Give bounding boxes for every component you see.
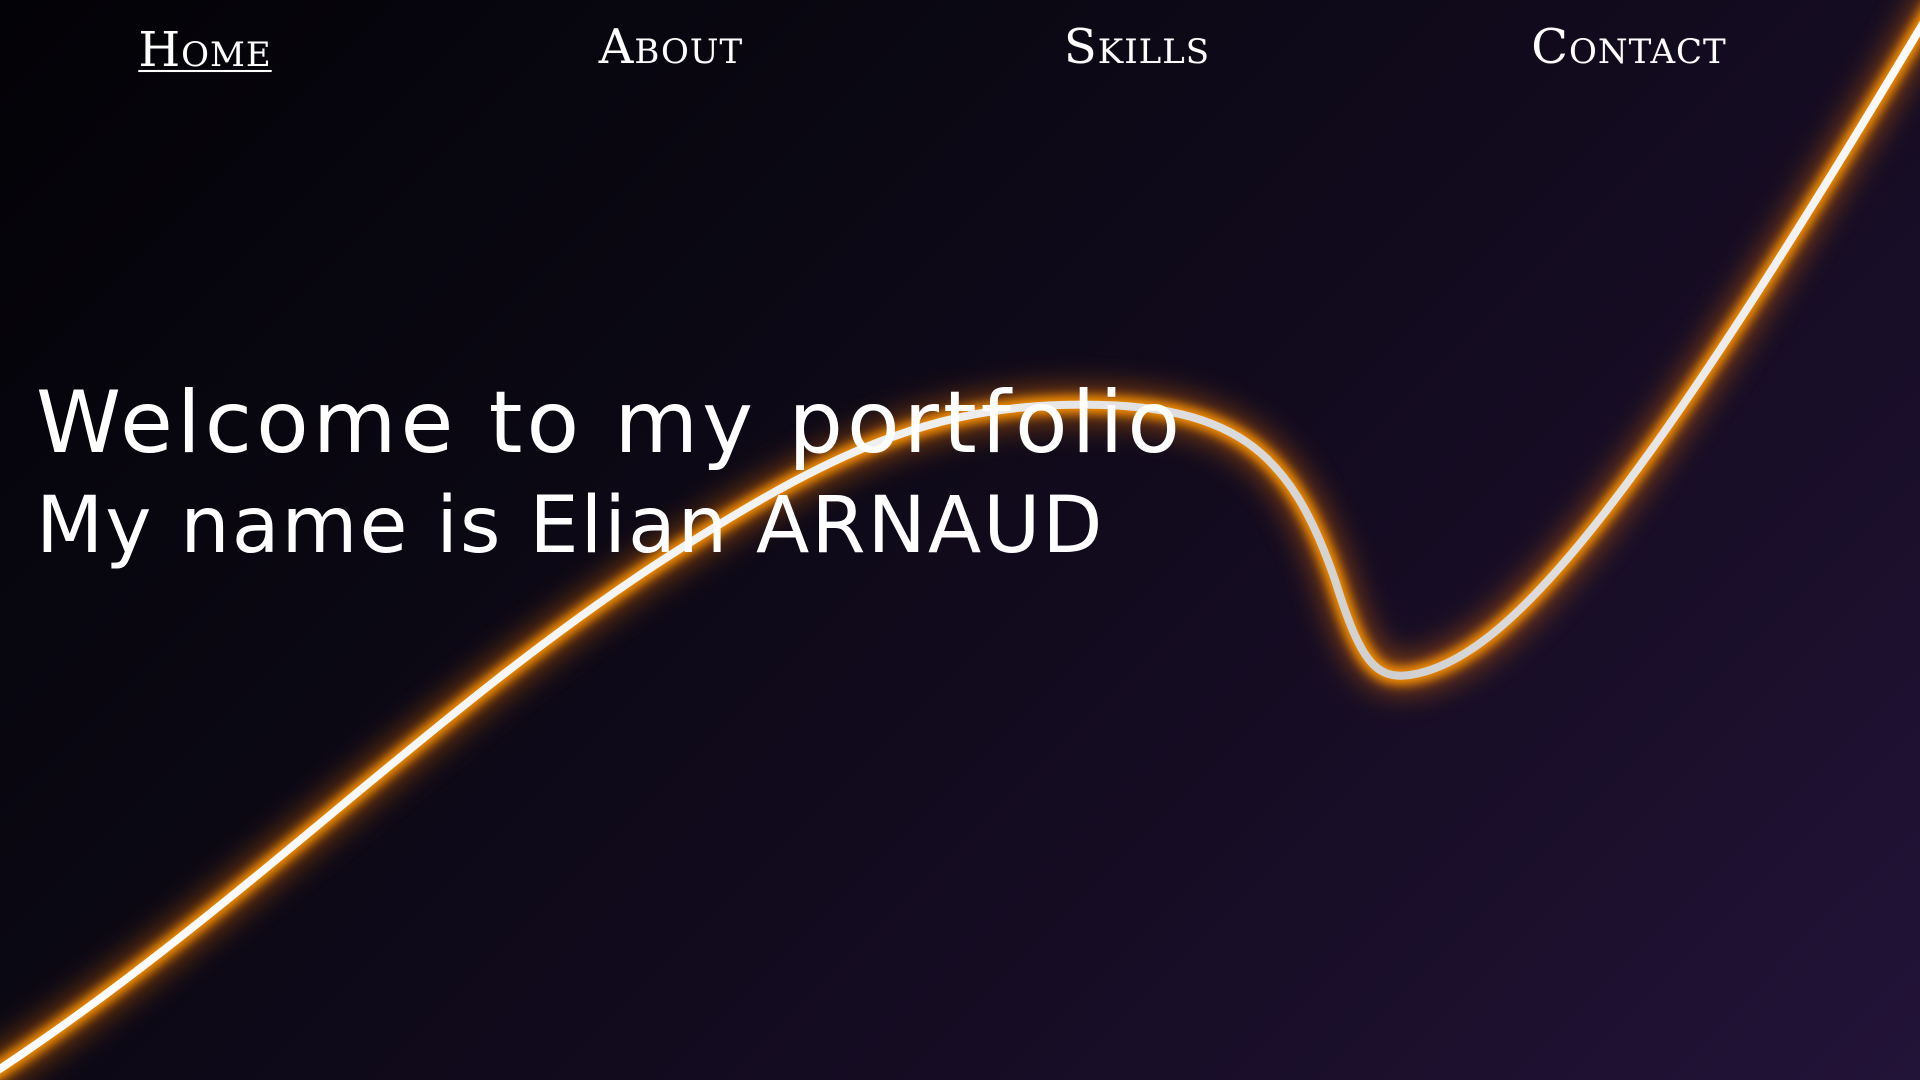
hero-title: Welcome to my portfolio [36, 373, 1184, 473]
hero-subtitle: My name is Elian ARNAUD [36, 481, 1105, 571]
nav-link-contact[interactable]: Contact [1531, 23, 1726, 71]
nav-link-skills[interactable]: Skills [1064, 23, 1210, 71]
hero-section: Welcome to my portfolio My name is Elian… [36, 373, 1184, 579]
nav-link-about[interactable]: About [599, 23, 744, 71]
main-navigation: Home About Skills Contact [0, 0, 1920, 110]
nav-link-home[interactable]: Home [138, 26, 271, 74]
portfolio-page: Home About Skills Contact Welcome to my … [0, 0, 1920, 1080]
